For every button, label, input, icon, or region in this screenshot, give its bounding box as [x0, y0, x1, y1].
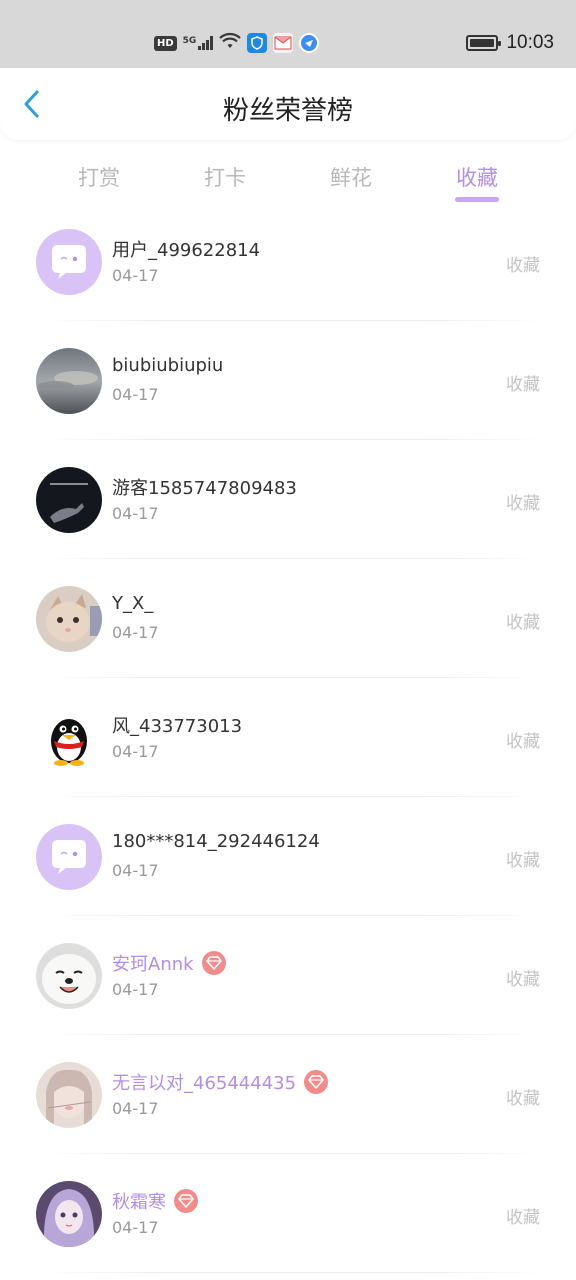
action-label: 收藏 [506, 970, 540, 990]
hd-icon: HD [154, 35, 177, 51]
header: 粉丝荣誉榜 [0, 68, 576, 140]
action-label: 收藏 [506, 494, 540, 514]
tab-flowers[interactable]: 鲜花 [311, 162, 391, 192]
fan-date: 04-17 [112, 980, 159, 999]
signal-icon: 5G [183, 36, 214, 50]
action-label: 收藏 [506, 851, 540, 871]
fan-name-text: 游客1585747809483 [112, 478, 297, 499]
fan-date: 04-17 [112, 266, 159, 285]
list-item[interactable]: 游客1585747809483 04-17 收藏 [0, 440, 576, 559]
fan-name: 游客1585747809483 [112, 474, 297, 500]
fan-date: 04-17 [112, 385, 159, 404]
fan-date: 04-17 [112, 504, 159, 523]
action-label: 收藏 [506, 1089, 540, 1109]
network-label: 5G [182, 36, 197, 46]
avatar[interactable] [36, 467, 102, 533]
fan-name: 安珂Annk [112, 950, 226, 976]
tab-favorites[interactable]: 收藏 [437, 162, 517, 192]
avatar[interactable] [36, 586, 102, 652]
fan-name: 无言以对_465444435 [112, 1069, 329, 1095]
action-label: 收藏 [506, 1208, 540, 1228]
list-item[interactable]: 安珂Annk 04-17 收藏 [0, 916, 576, 1035]
list-item[interactable]: 无言以对_465444435 04-17 收藏 [0, 1035, 576, 1154]
fan-name-text: biubiubiupiu [112, 355, 224, 376]
action-label: 收藏 [506, 732, 540, 752]
diamond-badge-icon [201, 951, 226, 975]
fan-name: 秋霜寒 [112, 1188, 198, 1214]
clock: 10:03 [506, 32, 554, 53]
fan-date: 04-17 [112, 861, 159, 880]
status-icons: HD 5G [154, 32, 320, 54]
avatar[interactable] [36, 348, 102, 414]
avatar[interactable] [36, 1062, 102, 1128]
battery-icon [466, 35, 502, 51]
fan-date: 04-17 [112, 742, 159, 761]
tab-reward[interactable]: 打赏 [59, 162, 139, 192]
status-bar: HD 5G 10:03 [0, 0, 576, 68]
action-label: 收藏 [506, 613, 540, 633]
fan-name: 180***814_292446124 [112, 831, 320, 852]
fan-name-text: 用户_499622814 [112, 240, 261, 261]
browser-app-icon [299, 33, 320, 53]
avatar[interactable] [36, 705, 102, 771]
action-label: 收藏 [506, 256, 540, 276]
fan-date: 04-17 [112, 1099, 159, 1118]
fan-name-text: 180***814_292446124 [112, 831, 320, 852]
list-item[interactable]: Y_X_ 04-17 收藏 [0, 559, 576, 678]
action-label: 收藏 [506, 375, 540, 395]
avatar[interactable] [36, 1181, 102, 1247]
wifi-icon [219, 32, 242, 54]
tab-checkin[interactable]: 打卡 [185, 162, 265, 192]
list-item[interactable]: 风_433773013 04-17 收藏 [0, 678, 576, 797]
avatar[interactable] [36, 824, 102, 890]
diamond-badge-icon [304, 1070, 329, 1094]
fan-name: 风_433773013 [112, 712, 242, 738]
shield-app-icon [247, 33, 268, 53]
fan-name: Y_X_ [112, 593, 153, 614]
diamond-badge-icon [174, 1189, 198, 1213]
list-item[interactable]: 秋霜寒 04-17 收藏 [0, 1154, 576, 1273]
avatar[interactable] [36, 229, 102, 295]
fan-name-text: 秋霜寒 [112, 1192, 166, 1213]
avatar[interactable] [36, 943, 102, 1009]
list-item[interactable]: 180***814_292446124 04-17 收藏 [0, 797, 576, 916]
fan-name-text: Y_X_ [112, 593, 154, 614]
fan-name: 用户_499622814 [112, 236, 260, 262]
fan-name-text: 无言以对_465444435 [112, 1073, 297, 1094]
list-item[interactable]: 用户_499622814 04-17 收藏 [0, 202, 576, 321]
list-item[interactable]: biubiubiupiu 04-17 收藏 [0, 321, 576, 440]
row-divider [40, 1272, 546, 1273]
mail-app-icon [273, 33, 294, 53]
fan-name-text: 风_433773013 [112, 716, 243, 737]
fan-name-text: 安珂Annk [112, 954, 194, 975]
fan-name: biubiubiupiu [112, 355, 223, 376]
fan-date: 04-17 [112, 623, 159, 642]
page-title: 粉丝荣誉榜 [222, 96, 353, 126]
fan-date: 04-17 [112, 1218, 159, 1237]
